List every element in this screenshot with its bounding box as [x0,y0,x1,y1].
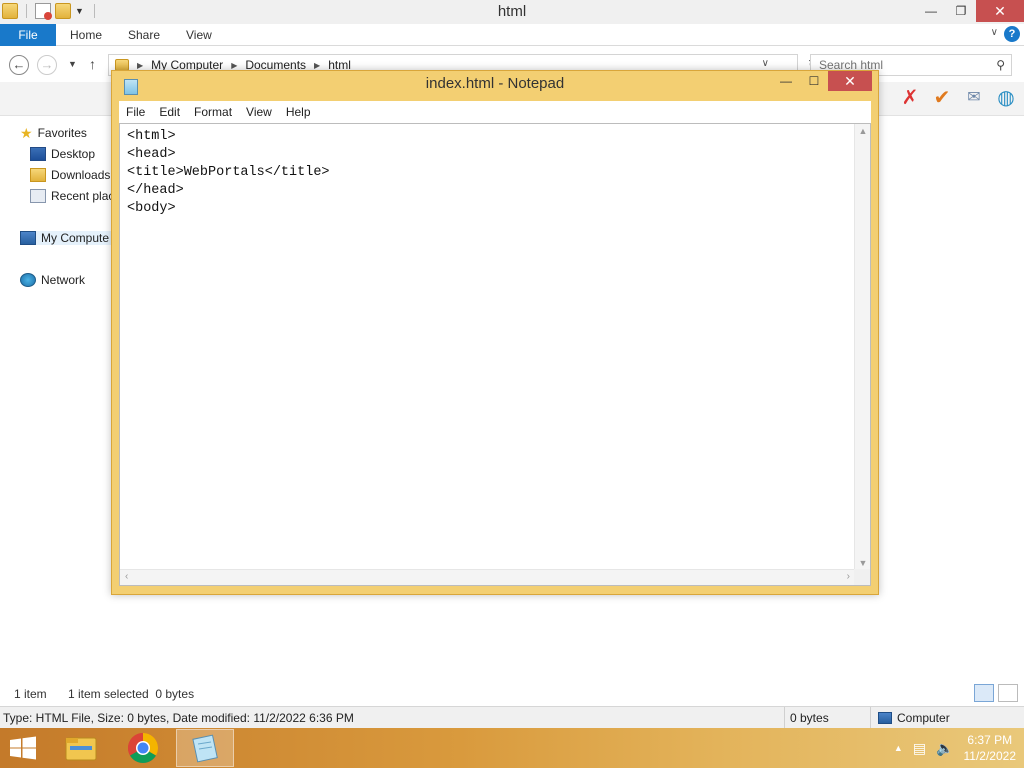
menu-file[interactable]: File [119,105,152,119]
details-view-icon[interactable] [974,684,994,702]
clock[interactable]: 6:37 PM 11/2/2022 [964,732,1017,764]
forward-button[interactable]: → [37,55,57,75]
details-bar: Type: HTML File, Size: 0 bytes, Date mod… [0,706,1024,728]
notepad-menu-bar: File Edit Format View Help [119,101,871,123]
scroll-up-icon[interactable]: ▲ [855,126,871,136]
window-controls: — ❐ ✕ [916,0,1024,22]
tab-share[interactable]: Share [128,24,160,46]
nav-network[interactable]: Network [20,273,85,287]
nav-network-label: Network [41,273,86,287]
explorer-titlebar: ▼ html — ❐ ✕ [0,0,1024,24]
nav-recent-label: Recent plac [51,189,115,203]
chevron-down-icon[interactable]: ∨ [762,58,769,69]
file-details: Type: HTML File, Size: 0 bytes, Date mod… [3,711,354,725]
computer-icon [20,231,36,245]
file-size: 0 bytes [790,711,829,725]
large-icons-view-icon[interactable] [998,684,1018,702]
chrome-icon [127,733,159,764]
network-icon [20,273,36,287]
back-button[interactable]: ← [9,55,29,75]
nav-my-computer[interactable]: My Compute [20,231,114,245]
horizontal-scrollbar[interactable]: ‹ › [120,569,856,585]
notepad-window: index.html - Notepad — ☐ ✕ File Edit For… [111,70,879,595]
nav-desktop-label: Desktop [51,147,96,161]
selection-info: 1 item selected 0 bytes [68,687,195,701]
restore-button[interactable]: ❐ [946,0,976,22]
ribbon-tabs: File Home Share View ∨ ? [0,24,1024,46]
close-button[interactable]: ✕ [976,0,1024,22]
desktop-icon [30,147,46,161]
nav-recent-places[interactable]: Recent plac [30,189,114,203]
window-title: html [497,3,527,20]
search-icon[interactable]: ⚲ [996,58,1005,72]
chevron-right-icon[interactable]: ▶ [231,61,237,70]
nav-desktop[interactable]: Desktop [30,147,95,161]
nav-favorites[interactable]: ★ Favorites [20,126,87,140]
notepad-window-controls: — ☐ ✕ [772,71,872,91]
nav-downloads[interactable]: Downloads [30,168,110,182]
mail-icon[interactable]: ✉ [962,86,986,110]
status-bar: 1 item 1 item selected 0 bytes [0,684,1024,704]
recent-places-icon [30,189,46,203]
file-explorer-icon [65,737,97,761]
windows-start-icon[interactable] [8,736,38,760]
menu-format[interactable]: Format [187,105,239,119]
delete-icon[interactable]: ✗ [898,86,922,110]
notepad-editor: <html> <head> <title>WebPortals</title> … [119,123,871,586]
help-icon[interactable]: ? [1004,26,1020,42]
taskbar-chrome[interactable] [114,729,172,767]
chevron-right-icon[interactable]: ▶ [137,61,143,70]
divider [784,707,785,728]
tab-file[interactable]: File [0,24,56,46]
up-arrow-icon[interactable]: ↑ [89,56,96,72]
taskbar: ▲ ▤ 🔈 6:37 PM 11/2/2022 [0,728,1024,768]
star-icon: ★ [20,125,33,141]
notepad-icon [192,734,218,763]
notepad-maximize-button[interactable]: ☐ [800,71,828,91]
nav-favorites-label: Favorites [37,126,87,140]
resize-grip[interactable] [854,569,870,585]
menu-view[interactable]: View [239,105,279,119]
chevron-right-icon[interactable]: ▶ [314,61,320,70]
scroll-right-icon[interactable]: › [847,571,850,582]
toolbar-icons: ✗ ✔ ✉ ◍ [898,86,1018,110]
scroll-left-icon[interactable]: ‹ [125,571,128,582]
checkmark-icon[interactable]: ✔ [930,86,954,110]
nav-computer-label: My Compute [41,231,110,245]
taskbar-notepad[interactable] [176,729,234,767]
downloads-icon [30,168,46,182]
taskbar-file-explorer[interactable] [52,729,110,767]
notepad-minimize-button[interactable]: — [772,71,800,91]
vertical-scrollbar[interactable]: ▲ ▼ [854,124,870,570]
globe-icon[interactable]: ◍ [994,86,1018,110]
menu-edit[interactable]: Edit [152,105,187,119]
notepad-close-button[interactable]: ✕ [828,71,872,91]
view-switcher [974,684,1018,702]
item-count: 1 item [14,687,47,701]
nav-downloads-label: Downloads [51,168,111,182]
system-tray: ▲ ▤ 🔈 6:37 PM 11/2/2022 [894,732,1016,764]
volume-icon[interactable]: 🔈 [936,740,953,757]
editor-textarea[interactable]: <html> <head> <title>WebPortals</title> … [127,128,847,568]
show-hidden-icons-icon[interactable]: ▲ [894,743,903,753]
expand-ribbon-icon[interactable]: ∨ [991,27,998,38]
tab-home[interactable]: Home [70,24,102,46]
recent-locations-icon[interactable]: ▼ [68,59,77,69]
minimize-button[interactable]: — [916,0,946,22]
scroll-down-icon[interactable]: ▼ [855,558,871,568]
tab-view[interactable]: View [186,24,212,46]
divider [870,707,871,728]
clock-time: 6:37 PM [967,733,1013,747]
computer-icon [878,712,892,724]
menu-help[interactable]: Help [279,105,318,119]
network-status-icon[interactable]: ▤ [913,740,926,757]
navigation-pane: ★ Favorites Desktop Downloads Recent pla… [0,118,114,678]
location-label: Computer [897,711,950,725]
notepad-title: index.html - Notepad [425,75,565,92]
clock-date: 11/2/2022 [963,749,1017,763]
